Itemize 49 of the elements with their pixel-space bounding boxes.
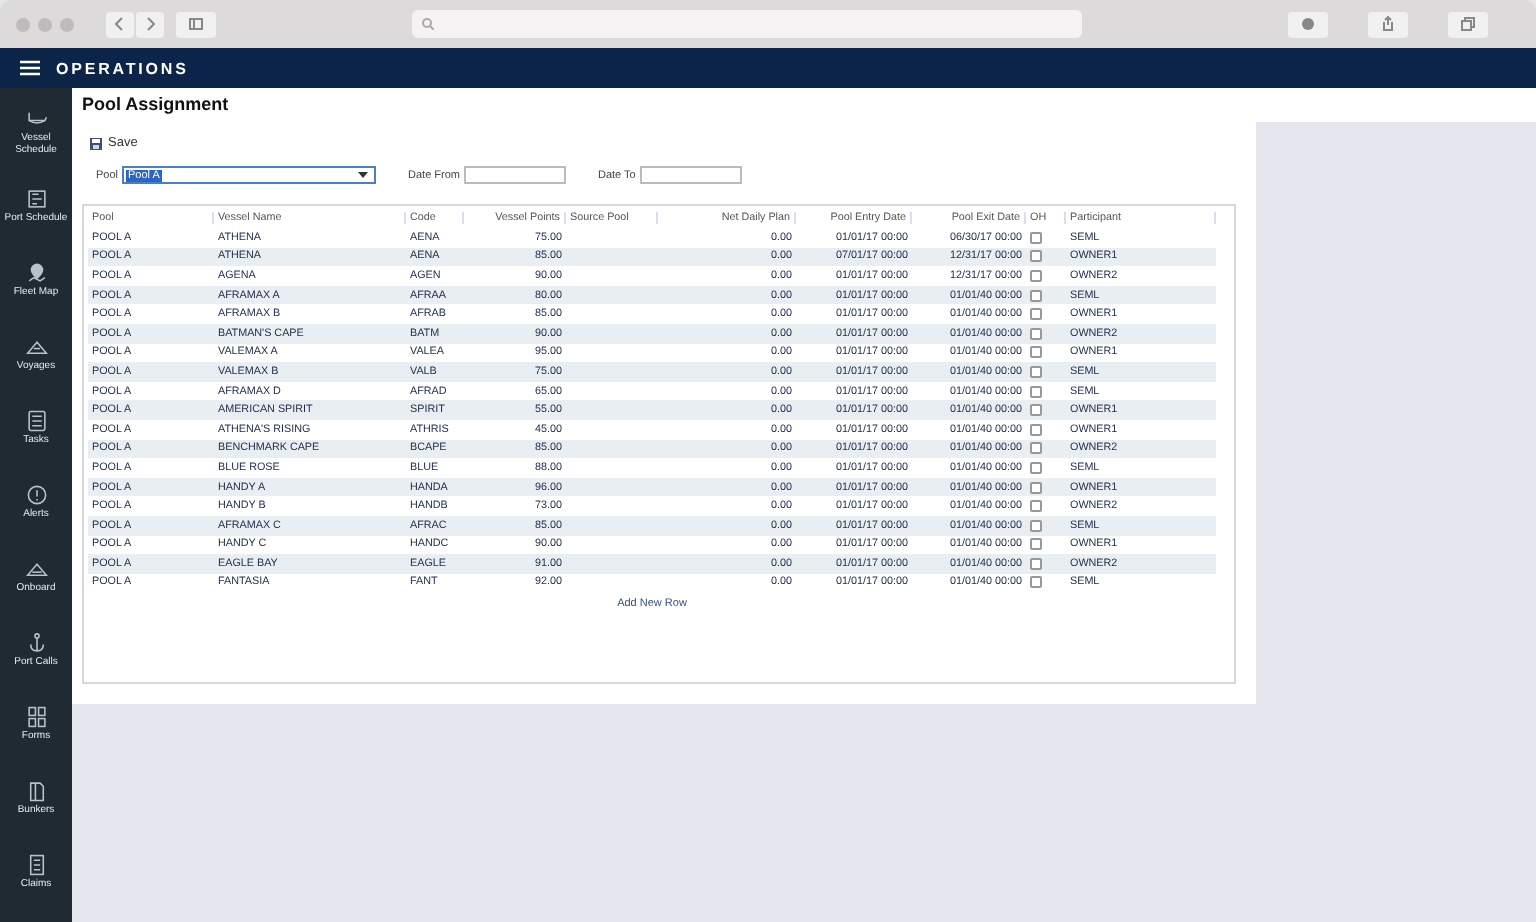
sidebar-item-icon (25, 632, 47, 655)
oh-checkbox[interactable] (1030, 576, 1042, 589)
sidebar-item-icon (25, 188, 47, 211)
oh-checkbox[interactable] (1030, 289, 1042, 302)
chevron-left-icon (112, 16, 128, 32)
tabs-button[interactable] (1448, 11, 1488, 37)
oh-checkbox[interactable] (1030, 519, 1042, 532)
save-icon (90, 137, 102, 149)
sidebar-item-icon (25, 558, 47, 581)
app-title: OPERATIONS (56, 59, 189, 77)
oh-checkbox[interactable] (1030, 269, 1042, 282)
oh-checkbox[interactable] (1030, 308, 1042, 321)
download-button[interactable] (1288, 11, 1328, 37)
oh-checkbox[interactable] (1030, 442, 1042, 455)
oh-checkbox[interactable] (1030, 250, 1042, 263)
oh-checkbox[interactable] (1030, 365, 1042, 378)
share-button[interactable] (1368, 11, 1408, 37)
date-field[interactable] (639, 166, 742, 184)
dropdown-caret-icon (358, 172, 369, 178)
sidebar-toggle-button[interactable] (176, 11, 216, 37)
sidebar-item-icon (25, 854, 47, 877)
oh-checkbox[interactable] (1030, 327, 1042, 340)
back-button[interactable] (106, 11, 134, 37)
oh-checkbox[interactable] (1030, 500, 1042, 513)
download-icon (1300, 16, 1316, 32)
search-icon (422, 18, 434, 30)
page-title: Pool Assignment (82, 94, 231, 114)
sidebar-icon (188, 16, 204, 32)
menu-icon[interactable] (20, 60, 40, 76)
sidebar-item-icon (25, 706, 47, 729)
oh-checkbox[interactable] (1030, 481, 1042, 494)
date-field[interactable] (464, 166, 566, 184)
oh-checkbox[interactable] (1030, 404, 1042, 417)
chevron-right-icon (142, 16, 158, 32)
oh-checkbox[interactable] (1030, 461, 1042, 474)
oh-checkbox[interactable] (1030, 557, 1042, 570)
sidebar-item-icon (25, 262, 47, 285)
sidebar-item-icon (25, 410, 47, 433)
oh-checkbox[interactable] (1030, 231, 1042, 244)
oh-checkbox[interactable] (1030, 538, 1042, 551)
sidebar-item-icon (25, 780, 47, 803)
tabs-icon (1460, 16, 1476, 32)
oh-checkbox[interactable] (1030, 385, 1042, 398)
oh-checkbox[interactable] (1030, 346, 1042, 359)
sidebar-item-icon (25, 484, 47, 507)
forward-button[interactable] (136, 11, 164, 37)
share-icon (1380, 16, 1396, 32)
sidebar-item-icon (25, 336, 47, 359)
oh-checkbox[interactable] (1030, 423, 1042, 436)
